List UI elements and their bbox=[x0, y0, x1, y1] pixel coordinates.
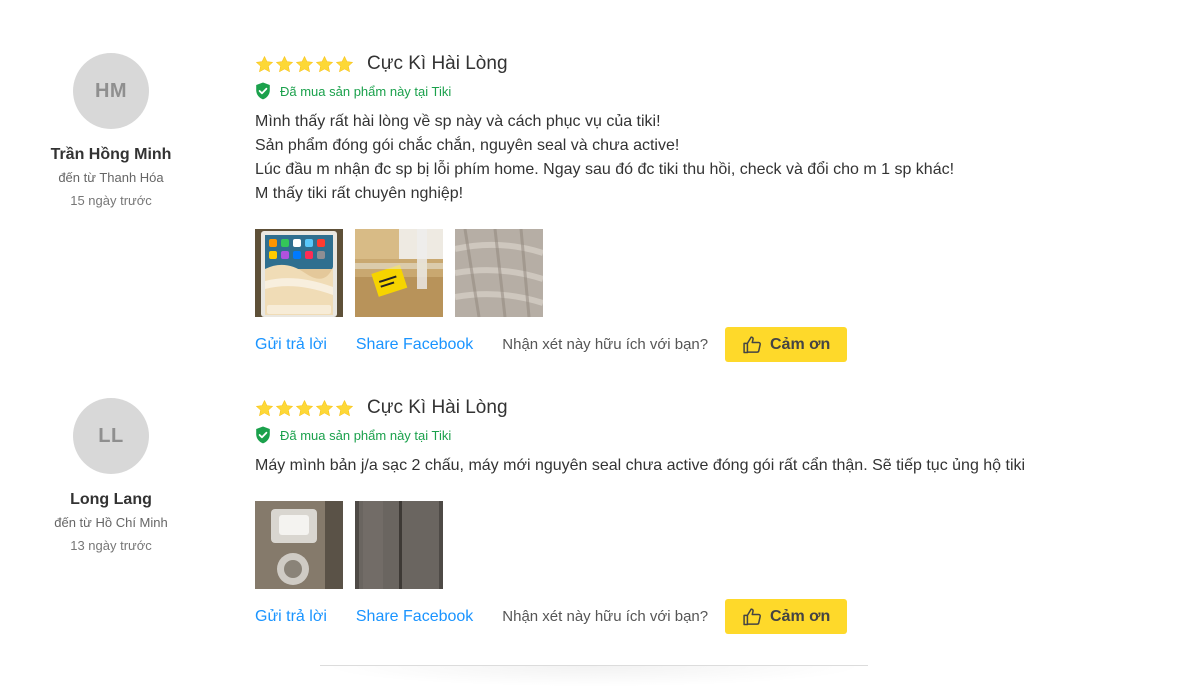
review-photos bbox=[255, 501, 1155, 589]
helpful-question: Nhận xét này hữu ích với bạn? bbox=[502, 608, 709, 625]
verified-purchase: Đã mua sản phẩm này tại Tiki bbox=[255, 82, 1155, 100]
star-rating bbox=[255, 399, 354, 418]
tablet-back-image bbox=[355, 501, 443, 589]
review-photo-package-label[interactable] bbox=[355, 229, 443, 317]
star-icon bbox=[295, 399, 314, 416]
review-date: 13 ngày trước bbox=[70, 538, 152, 553]
shield-check-icon bbox=[256, 426, 270, 444]
avatar: HM bbox=[73, 53, 149, 129]
review-content: Cực Kì Hài Lòng Đã mua sản phẩm này tại … bbox=[255, 53, 1155, 362]
thanks-button[interactable]: Cảm ơn bbox=[725, 599, 848, 634]
reply-link[interactable]: Gửi trả lời bbox=[255, 336, 327, 354]
review-body-line: M thấy tiki rất chuyên nghiệp! bbox=[255, 185, 464, 202]
review-headline: Cực Kì Hài Lòng bbox=[367, 53, 508, 74]
verified-purchase: Đã mua sản phẩm này tại Tiki bbox=[255, 426, 1155, 444]
review-headline: Cực Kì Hài Lòng bbox=[367, 397, 508, 418]
author-location: đến từ Hồ Chí Minh bbox=[54, 515, 168, 530]
review-body-line: Lúc đầu m nhận đc sp bị lỗi phím home. N… bbox=[255, 161, 955, 178]
helpful-question: Nhận xét này hữu ích với bạn? bbox=[502, 336, 709, 353]
review-body-line: Mình thấy rất hài lòng về sp này và cách… bbox=[255, 113, 661, 130]
star-icon bbox=[315, 399, 334, 416]
thanks-button-label: Cảm ơn bbox=[769, 607, 831, 625]
review-photo-tablet-home-screen[interactable] bbox=[255, 229, 343, 317]
avatar: LL bbox=[73, 398, 149, 474]
review-body: Máy mình bản j/a sạc 2 chấu, máy mới ngu… bbox=[255, 454, 1155, 478]
rating-row: Cực Kì Hài Lòng bbox=[255, 397, 1155, 419]
share-facebook-link[interactable]: Share Facebook bbox=[356, 608, 473, 626]
thanks-button[interactable]: Cảm ơn bbox=[725, 327, 848, 362]
star-icon bbox=[335, 55, 354, 72]
rating-row: Cực Kì Hài Lòng bbox=[255, 53, 1155, 75]
review-photos bbox=[255, 229, 1155, 317]
author-name: Long Lang bbox=[70, 491, 152, 508]
shield-check-icon bbox=[256, 82, 270, 100]
list-bottom-divider bbox=[320, 665, 868, 687]
thanks-button-label: Cảm ơn bbox=[769, 335, 831, 353]
author-name: Trần Hồng Minh bbox=[50, 146, 172, 163]
box-wrap-image bbox=[455, 229, 543, 317]
star-icon bbox=[275, 399, 294, 416]
thumbs-up-icon bbox=[743, 607, 761, 625]
review-author: LL Long Lang đến từ Hồ Chí Minh 13 ngày … bbox=[40, 398, 182, 553]
share-facebook-link[interactable]: Share Facebook bbox=[356, 336, 473, 354]
star-rating bbox=[255, 55, 354, 74]
review-body-line: Máy mình bản j/a sạc 2 chấu, máy mới ngu… bbox=[255, 457, 1026, 474]
review-actions: Gửi trả lời Share Facebook Nhận xét này … bbox=[255, 327, 1155, 362]
review-actions: Gửi trả lời Share Facebook Nhận xét này … bbox=[255, 599, 1155, 634]
verified-purchase-text: Đã mua sản phẩm này tại Tiki bbox=[280, 83, 452, 99]
review-body: Mình thấy rất hài lòng về sp này và cách… bbox=[255, 110, 1155, 206]
review-date: 15 ngày trước bbox=[70, 193, 152, 208]
star-icon bbox=[335, 399, 354, 416]
charger-image bbox=[255, 501, 343, 589]
author-location: đến từ Thanh Hóa bbox=[58, 170, 164, 185]
star-icon bbox=[275, 55, 294, 72]
review-content: Cực Kì Hài Lòng Đã mua sản phẩm này tại … bbox=[255, 397, 1155, 634]
star-icon bbox=[255, 399, 274, 416]
star-icon bbox=[315, 55, 334, 72]
review-photo-charger[interactable] bbox=[255, 501, 343, 589]
verified-purchase-text: Đã mua sản phẩm này tại Tiki bbox=[280, 427, 452, 443]
review-author: HM Trần Hồng Minh đến từ Thanh Hóa 15 ng… bbox=[40, 53, 182, 208]
tablet-home-screen-image bbox=[255, 229, 343, 317]
star-icon bbox=[255, 55, 274, 72]
review-body-line: Sản phẩm đóng gói chắc chắn, nguyên seal… bbox=[255, 137, 680, 154]
package-label-image bbox=[355, 229, 443, 317]
reply-link[interactable]: Gửi trả lời bbox=[255, 608, 327, 626]
review-photo-box-wrap[interactable] bbox=[455, 229, 543, 317]
thumbs-up-icon bbox=[743, 335, 761, 353]
review-photo-tablet-back[interactable] bbox=[355, 501, 443, 589]
star-icon bbox=[295, 55, 314, 72]
